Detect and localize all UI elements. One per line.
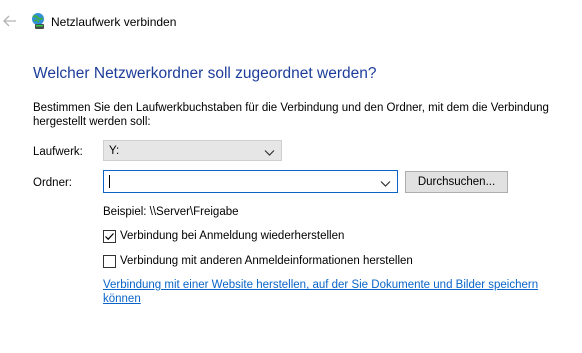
window-title: Netzlaufwerk verbinden [51,15,177,29]
back-arrow-icon[interactable] [2,12,18,30]
other-credentials-checkbox[interactable] [103,254,116,268]
checkmark-icon [105,232,114,240]
drive-label: Laufwerk: [33,146,83,158]
folder-input[interactable] [104,171,374,192]
website-connection-link[interactable]: Verbindung mit einer Website herstellen,… [103,278,573,306]
example-text: Beispiel: \\Server\Freigabe [103,206,239,218]
instructions-text: Bestimmen Sie den Laufwerkbuchstaben für… [33,102,549,128]
map-network-drive-dialog: Netzlaufwerk verbinden Welcher Netzwerko… [0,0,582,353]
chevron-down-icon[interactable] [380,176,391,187]
reconnect-option[interactable]: Verbindung bei Anmeldung wiederherstelle… [103,228,344,244]
chevron-down-icon [264,145,275,156]
title-bar: Netzlaufwerk verbinden [0,0,582,44]
reconnect-label: Verbindung bei Anmeldung wiederherstelle… [120,230,345,242]
other-credentials-option[interactable]: Verbindung mit anderen Anmeldeinformatio… [103,253,413,269]
folder-combobox[interactable] [103,170,398,193]
text-cursor [109,175,110,188]
drive-letter-select[interactable]: Y: [103,140,282,161]
folder-label: Ordner: [33,177,72,189]
browse-button[interactable]: Durchsuchen... [405,171,508,193]
reconnect-checkbox[interactable] [103,229,116,243]
drive-letter-value: Y: [109,145,120,157]
network-drive-icon [29,12,47,30]
page-heading: Welcher Netzwerkordner soll zugeordnet w… [33,65,377,82]
other-credentials-label: Verbindung mit anderen Anmeldeinformatio… [120,255,413,267]
